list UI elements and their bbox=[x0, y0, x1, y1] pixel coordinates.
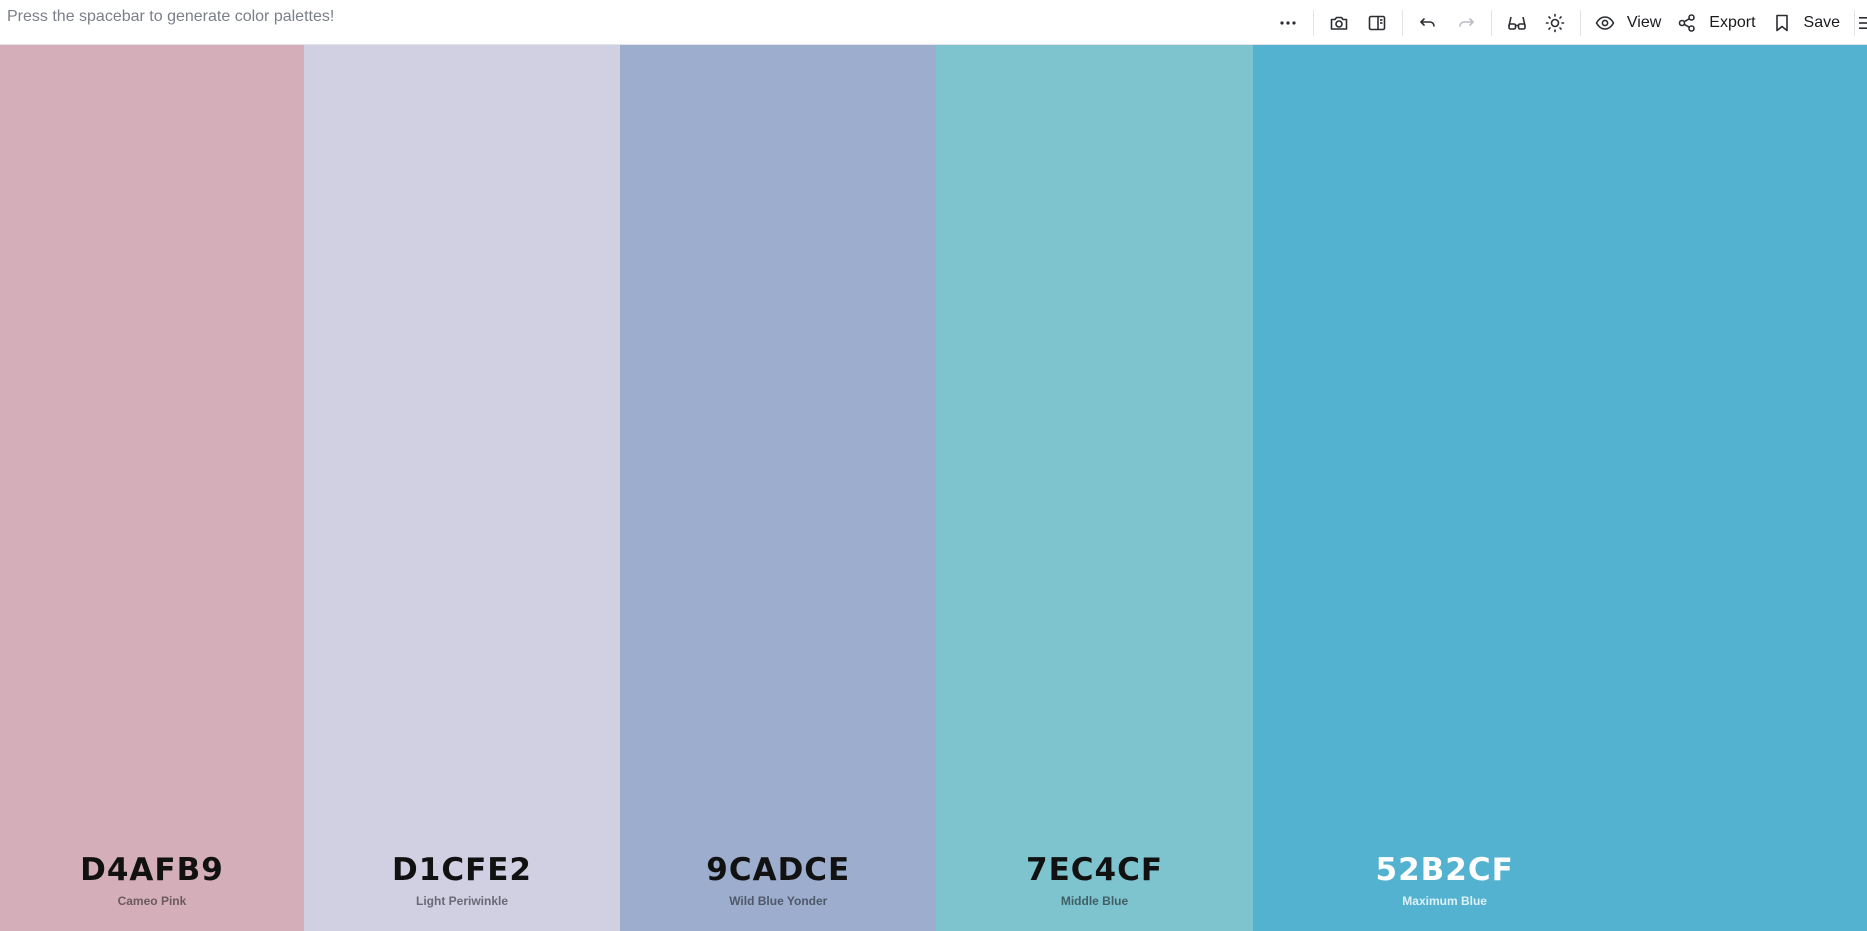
swatch-info: D4AFB9 Cameo Pink bbox=[0, 852, 304, 909]
view-button[interactable]: View bbox=[1587, 5, 1669, 41]
color-palette: D4AFB9 Cameo Pink D1CFE2 Light Periwinkl… bbox=[0, 45, 1867, 931]
swatch-info: 9CADCE Wild Blue Yonder bbox=[620, 852, 936, 909]
camera-icon bbox=[1330, 16, 1348, 30]
toolbar-actions: View Export Save bbox=[1269, 0, 1867, 45]
export-button[interactable]: Export bbox=[1669, 5, 1763, 41]
toolbar-divider bbox=[1490, 9, 1492, 36]
hex-code[interactable]: 7EC4CF bbox=[936, 852, 1252, 888]
color-name: Maximum Blue bbox=[1402, 894, 1487, 908]
hex-code[interactable]: D4AFB9 bbox=[0, 852, 304, 888]
sun-icon bbox=[1545, 13, 1565, 32]
color-swatch[interactable]: D1CFE2 Light Periwinkle bbox=[303, 45, 621, 931]
side-panel-button[interactable] bbox=[1358, 5, 1396, 41]
color-name: Light Periwinkle bbox=[416, 894, 509, 908]
undo-icon bbox=[1420, 17, 1435, 27]
swatch-info: D1CFE2 Light Periwinkle bbox=[304, 852, 620, 909]
export-label: Export bbox=[1709, 13, 1756, 31]
redo-icon bbox=[1459, 17, 1474, 27]
more-horizontal-icon bbox=[1280, 20, 1296, 25]
hex-code[interactable]: D1CFE2 bbox=[304, 852, 620, 888]
menu-icon bbox=[1859, 16, 1867, 29]
color-swatch[interactable]: D4AFB9 Cameo Pink bbox=[0, 45, 304, 931]
hex-code[interactable]: 9CADCE bbox=[620, 852, 936, 888]
spacebar-hint: Press the spacebar to generate color pal… bbox=[7, 8, 335, 25]
screenshot-button[interactable] bbox=[1320, 5, 1358, 41]
glasses-icon bbox=[1508, 16, 1526, 30]
toolbar: Press the spacebar to generate color pal… bbox=[0, 0, 1867, 45]
color-swatch[interactable]: 7EC4CF Middle Blue bbox=[936, 45, 1253, 931]
color-swatch[interactable]: 9CADCE Wild Blue Yonder bbox=[620, 45, 937, 931]
color-swatch[interactable]: 52B2CF Maximum Blue bbox=[1252, 45, 1867, 931]
color-name: Wild Blue Yonder bbox=[729, 894, 828, 908]
adjust-palette-button[interactable] bbox=[1536, 5, 1574, 41]
hex-code[interactable]: 52B2CF bbox=[1253, 852, 1637, 888]
color-name: Middle Blue bbox=[1060, 894, 1129, 908]
toolbar-divider bbox=[1312, 9, 1314, 36]
toolbar-divider bbox=[1401, 9, 1403, 36]
toolbar-divider bbox=[1579, 9, 1581, 36]
swatch-info: 7EC4CF Middle Blue bbox=[936, 852, 1252, 909]
more-options-button[interactable] bbox=[1269, 5, 1307, 41]
bookmark-icon bbox=[1775, 14, 1788, 31]
save-button[interactable]: Save bbox=[1764, 5, 1848, 41]
color-blindness-button[interactable] bbox=[1498, 5, 1536, 41]
swatch-info: 52B2CF Maximum Blue bbox=[1253, 852, 1637, 909]
toolbar-divider bbox=[1854, 9, 1855, 36]
side-panel-icon bbox=[1368, 15, 1386, 30]
redo-button[interactable] bbox=[1447, 5, 1485, 41]
undo-button[interactable] bbox=[1409, 5, 1447, 41]
share-icon bbox=[1678, 13, 1696, 32]
eye-icon bbox=[1595, 15, 1615, 30]
color-name: Cameo Pink bbox=[117, 894, 187, 908]
menu-button-partial[interactable] bbox=[1859, 5, 1867, 41]
view-label: View bbox=[1626, 13, 1662, 31]
save-label: Save bbox=[1803, 13, 1840, 31]
